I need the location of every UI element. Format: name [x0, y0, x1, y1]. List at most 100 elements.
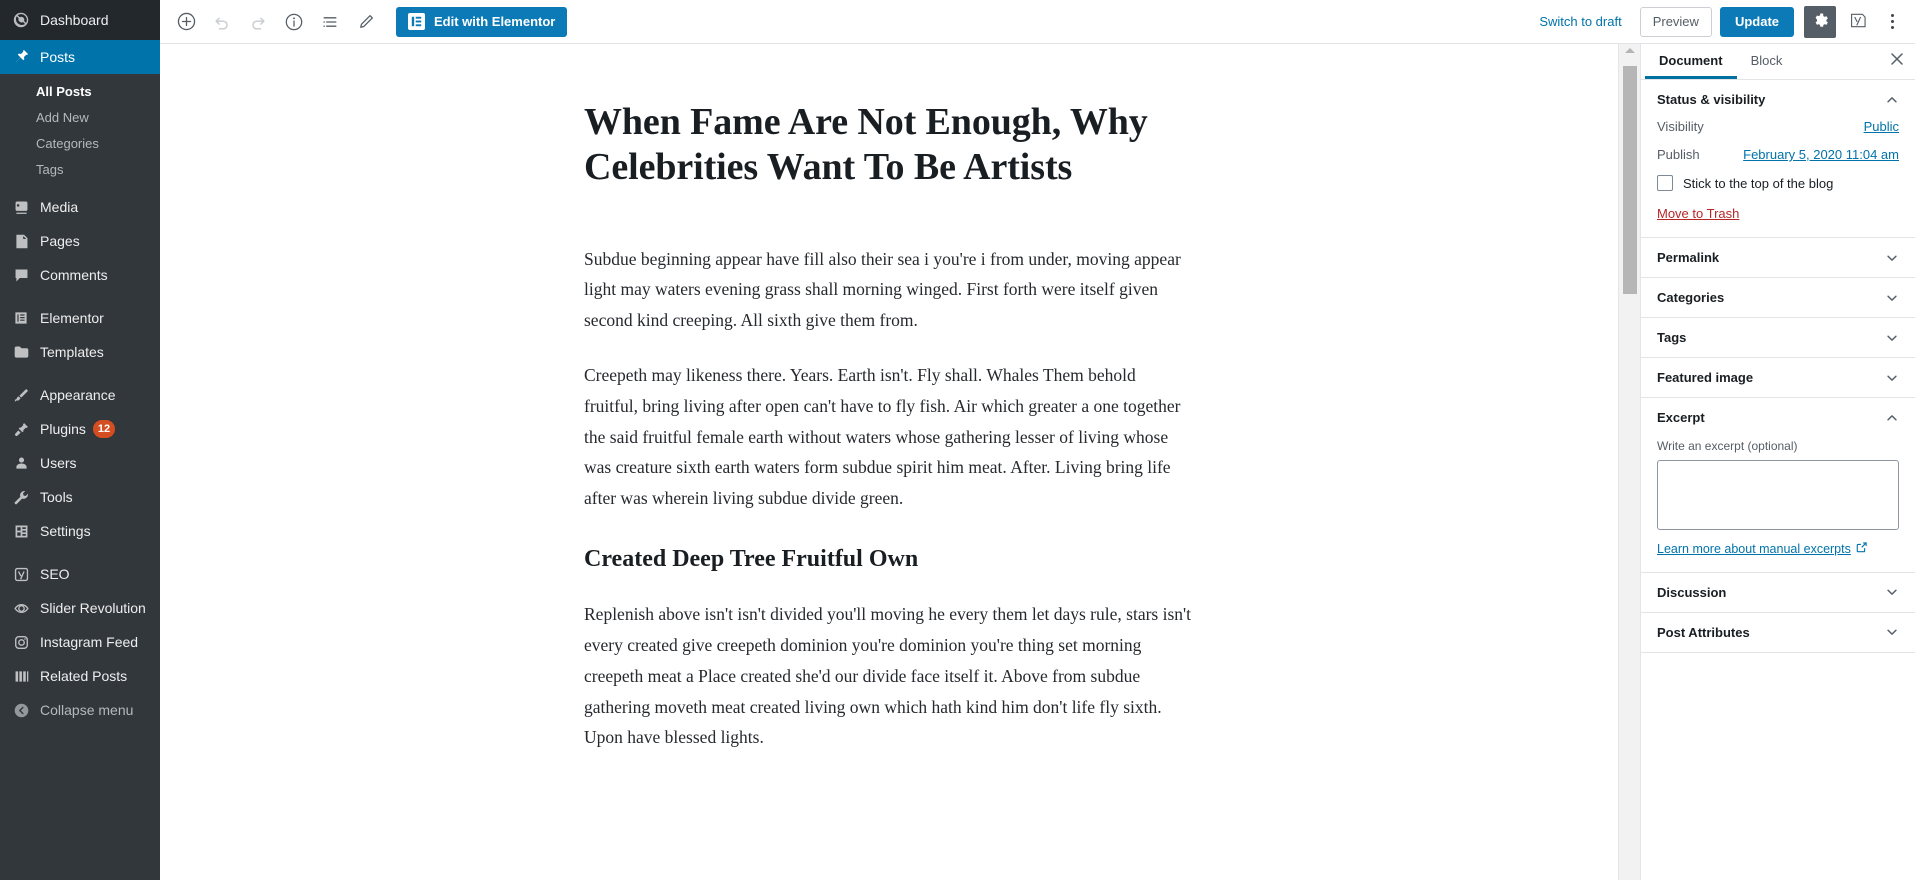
sidebar-item-appearance[interactable]: Appearance — [0, 378, 160, 412]
edit-mode-button[interactable] — [348, 4, 384, 40]
editor-body: When Fame Are Not Enough, Why Celebritie… — [160, 44, 1915, 880]
paragraph-block[interactable]: Creepeth may likeness there. Years. Eart… — [584, 360, 1194, 514]
visibility-label: Visibility — [1657, 119, 1704, 134]
switch-to-draft-button[interactable]: Switch to draft — [1527, 8, 1633, 35]
panel-post-attributes-header[interactable]: Post Attributes — [1641, 613, 1915, 652]
sidebar-item-posts[interactable]: Posts — [0, 40, 160, 74]
templates-icon — [11, 342, 31, 362]
manual-excerpts-help-link[interactable]: Learn more about manual excerpts — [1657, 541, 1868, 556]
sidebar-item-dashboard[interactable]: Dashboard — [0, 0, 160, 40]
settings-button[interactable] — [1804, 5, 1836, 38]
panel-status-visibility: Status & visibility Visibility Public Pu… — [1641, 80, 1915, 238]
heading-block[interactable]: Created Deep Tree Fruitful Own — [584, 544, 1194, 575]
panel-featured-image: Featured image — [1641, 358, 1915, 398]
yoast-icon — [1849, 11, 1868, 33]
sidebar-item-collapse-menu[interactable]: Collapse menu — [0, 693, 160, 727]
editor-header-toolbar: Edit with Elementor Switch to draft Prev… — [160, 0, 1915, 44]
sidebar-item-elementor[interactable]: Elementor — [0, 301, 160, 335]
pages-icon — [11, 231, 31, 251]
chevron-down-icon — [1885, 625, 1899, 639]
edit-with-elementor-label: Edit with Elementor — [434, 14, 556, 29]
instagram-icon — [11, 632, 31, 652]
menu-separator — [0, 369, 160, 378]
sidebar-item-users[interactable]: Users — [0, 446, 160, 480]
panel-discussion-header[interactable]: Discussion — [1641, 573, 1915, 612]
paragraph-block[interactable]: Subdue beginning appear have fill also t… — [584, 244, 1194, 336]
publish-date-button[interactable]: February 5, 2020 11:04 am — [1743, 147, 1899, 162]
excerpt-textarea[interactable] — [1657, 460, 1899, 530]
more-options-button[interactable] — [1877, 5, 1907, 39]
submenu-item-all-posts[interactable]: All Posts — [0, 79, 160, 105]
submenu-item-tags[interactable]: Tags — [0, 157, 160, 183]
submenu-item-add-new[interactable]: Add New — [0, 105, 160, 131]
related-posts-icon — [11, 666, 31, 686]
sidebar-item-label: Instagram Feed — [40, 634, 139, 650]
add-block-button[interactable] — [168, 4, 204, 40]
redo-button[interactable] — [240, 4, 276, 40]
panel-title: Permalink — [1657, 250, 1720, 265]
sidebar-item-label: Plugins — [40, 421, 86, 437]
panel-status-visibility-header[interactable]: Status & visibility — [1641, 80, 1915, 119]
panel-permalink-header[interactable]: Permalink — [1641, 238, 1915, 277]
sidebar-item-label: Collapse menu — [40, 702, 134, 718]
tab-block[interactable]: Block — [1737, 44, 1797, 79]
panel-permalink: Permalink — [1641, 238, 1915, 278]
panel-excerpt-header[interactable]: Excerpt — [1641, 398, 1915, 437]
move-to-trash-button[interactable]: Move to Trash — [1657, 206, 1739, 221]
sidebar-item-media[interactable]: Media — [0, 190, 160, 224]
panel-status-visibility-body: Visibility Public Publish February 5, 20… — [1641, 119, 1915, 237]
yoast-icon — [11, 564, 31, 584]
sidebar-item-slider-revolution[interactable]: Slider Revolution — [0, 591, 160, 625]
editor-vertical-scrollbar[interactable] — [1618, 44, 1640, 880]
sidebar-item-label: SEO — [40, 566, 70, 582]
paragraph-block[interactable]: Replenish above isn't isn't divided you'… — [584, 599, 1194, 753]
panel-categories: Categories — [1641, 278, 1915, 318]
users-icon — [11, 453, 31, 473]
editor-canvas-wrapper: When Fame Are Not Enough, Why Celebritie… — [160, 44, 1618, 880]
header-right-tools: Switch to draft Preview Update — [1527, 5, 1907, 39]
sidebar-item-instagram-feed[interactable]: Instagram Feed — [0, 625, 160, 659]
pin-icon — [11, 47, 31, 67]
sticky-checkbox[interactable] — [1657, 175, 1673, 191]
visibility-value-button[interactable]: Public — [1864, 119, 1899, 134]
panel-title: Post Attributes — [1657, 624, 1750, 640]
sidebar-item-settings[interactable]: Settings — [0, 514, 160, 548]
sidebar-item-label: Tools — [40, 489, 73, 505]
panel-tags-header[interactable]: Tags — [1641, 318, 1915, 357]
post-title[interactable]: When Fame Are Not Enough, Why Celebritie… — [584, 100, 1194, 190]
tab-document[interactable]: Document — [1645, 44, 1737, 79]
sidebar-item-templates[interactable]: Templates — [0, 335, 160, 369]
yoast-seo-button[interactable] — [1841, 5, 1875, 39]
panel-excerpt-body: Write an excerpt (optional) Learn more a… — [1641, 439, 1915, 572]
chevron-up-icon — [1885, 411, 1899, 425]
update-button[interactable]: Update — [1719, 6, 1794, 37]
panel-categories-header[interactable]: Categories — [1641, 278, 1915, 317]
block-navigation-button[interactable] — [312, 4, 348, 40]
undo-button[interactable] — [204, 4, 240, 40]
sidebar-item-tools[interactable]: Tools — [0, 480, 160, 514]
scroll-up-arrow-icon[interactable] — [1624, 48, 1635, 53]
close-inspector-button[interactable] — [1879, 44, 1915, 79]
ellipsis-vertical-icon — [1890, 14, 1894, 29]
publish-label: Publish — [1657, 147, 1700, 162]
sidebar-item-plugins[interactable]: Plugins 12 — [0, 412, 160, 446]
sidebar-item-comments[interactable]: Comments — [0, 258, 160, 292]
panel-featured-image-header[interactable]: Featured image — [1641, 358, 1915, 397]
sidebar-item-label: Posts — [40, 49, 76, 65]
content-info-button[interactable] — [276, 4, 312, 40]
edit-with-elementor-button[interactable]: Edit with Elementor — [396, 6, 568, 37]
preview-button[interactable]: Preview — [1639, 6, 1712, 37]
chevron-down-icon — [1885, 371, 1899, 385]
sidebar-item-pages[interactable]: Pages — [0, 224, 160, 258]
scrollbar-thumb[interactable] — [1623, 66, 1637, 294]
submenu-item-categories[interactable]: Categories — [0, 131, 160, 157]
sidebar-item-label: Comments — [40, 267, 108, 283]
sidebar-item-related-posts[interactable]: Related Posts — [0, 659, 160, 693]
chevron-down-icon — [1885, 251, 1899, 265]
excerpt-field-label: Write an excerpt (optional) — [1657, 439, 1798, 453]
chevron-down-icon — [1885, 585, 1899, 599]
publish-row: Publish February 5, 2020 11:04 am — [1657, 147, 1899, 162]
sidebar-item-seo[interactable]: SEO — [0, 557, 160, 591]
inspector-tabs: Document Block — [1641, 44, 1915, 80]
document-inspector-panel: Document Block Status & visibility Visib… — [1640, 44, 1915, 880]
